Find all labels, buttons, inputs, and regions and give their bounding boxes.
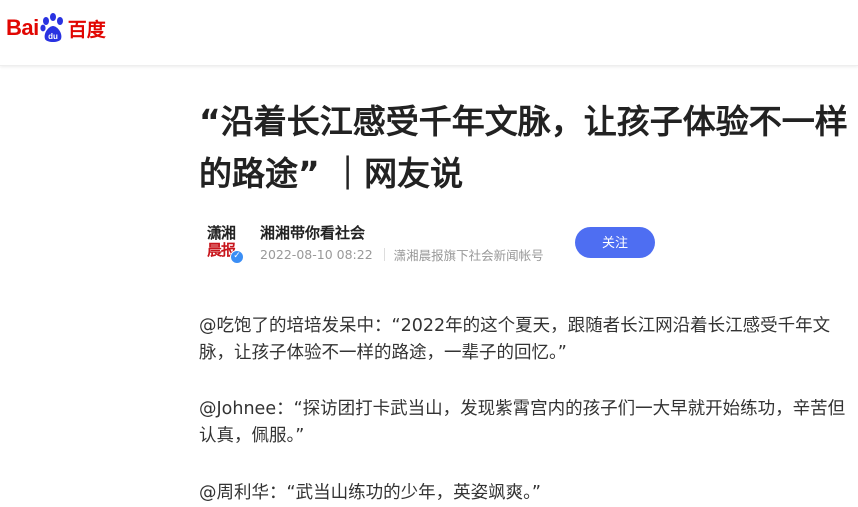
logo-text-baidu-cn: 百度	[67, 18, 106, 41]
meta-divider	[383, 248, 385, 261]
avatar-text-line1: 潇湘	[206, 224, 236, 242]
article-title: “沿着长江感受千年文脉，让孩子体验不一样的路途” ｜网友说	[199, 102, 848, 193]
verified-badge-icon: ✓	[230, 250, 244, 264]
article-paragraph: @吃饱了的培培发呆中：“2022年的这个夏天，跟随者长江网沿着长江感受千年文脉，…	[199, 316, 831, 363]
logo-text-bai: Bai	[6, 15, 39, 40]
author-avatar[interactable]: 潇湘 晨报 ✓	[199, 220, 244, 264]
paw-icon: du	[40, 13, 63, 42]
publish-date: 2022-08-10 08:22	[260, 247, 373, 262]
author-description: 潇湘晨报旗下社会新闻帐号	[393, 248, 544, 263]
author-name[interactable]: 湘湘带你看社会	[260, 222, 365, 243]
logo-text-du: du	[48, 32, 58, 41]
follow-button[interactable]: 关注	[575, 227, 655, 258]
article-header: “沿着长江感受千年文脉，让孩子体验不一样的路途” ｜网友说	[199, 96, 858, 200]
baidu-logo[interactable]: Bai du 百度	[6, 10, 106, 46]
article-paragraph: @周利华：“武当山练功的少年，英姿飒爽。”	[199, 483, 541, 503]
author-meta: 2022-08-10 08:22 潇湘晨报旗下社会新闻帐号	[260, 245, 544, 264]
article-paragraph: @Johnee：“探访团打卡武当山，发现紫霄宫内的孩子们一大早就开始练功，辛苦但…	[199, 399, 846, 446]
top-bar: Bai du 百度	[0, 0, 858, 66]
